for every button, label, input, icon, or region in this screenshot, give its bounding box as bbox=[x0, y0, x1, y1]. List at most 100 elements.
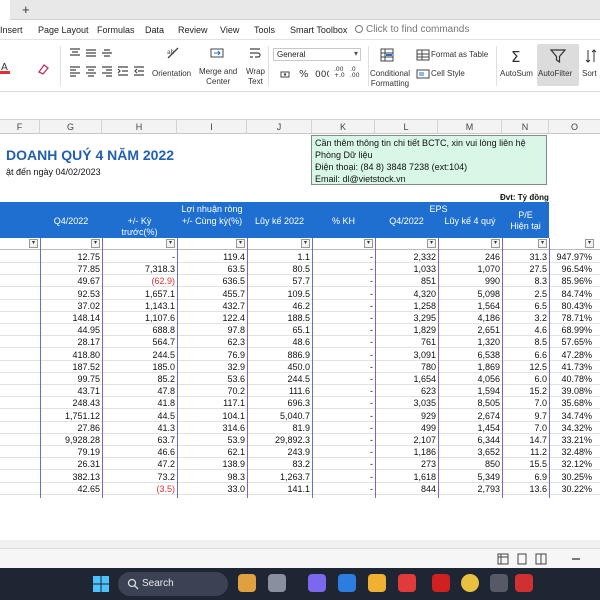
cell-yoy-change[interactable]: 63.5 bbox=[227, 263, 245, 275]
cell-yoy-change[interactable]: 62.3 bbox=[227, 336, 245, 348]
cell-q4-2022[interactable]: 37.02 bbox=[77, 300, 100, 312]
cell-prev-change[interactable]: 7,318.3 bbox=[145, 263, 175, 275]
table-row[interactable]: 248.43 41.8 117.1 696.3 - 3,035 8,505 7.0 35.68% bbox=[0, 397, 600, 410]
cell-plan-percent[interactable]: - bbox=[370, 373, 373, 385]
align-center-icon[interactable] bbox=[84, 64, 98, 78]
align-top-icon[interactable] bbox=[68, 46, 82, 60]
cell-q4-2022[interactable]: 187.52 bbox=[72, 361, 100, 373]
conditional-formatting-icon[interactable] bbox=[380, 48, 394, 62]
cell-prev-change[interactable]: 688.8 bbox=[152, 324, 175, 336]
cell-yoy-change[interactable]: 98.3 bbox=[227, 471, 245, 483]
cell-eps-q4[interactable]: 780 bbox=[421, 361, 436, 373]
format-table-button[interactable]: Format as Table bbox=[431, 50, 488, 60]
filter-dropdown-k[interactable]: ▾ bbox=[364, 239, 373, 248]
cell-eps-4q[interactable]: 5,349 bbox=[477, 471, 500, 483]
cell-plan-percent[interactable]: - bbox=[370, 458, 373, 470]
cell-plan-percent[interactable]: - bbox=[370, 434, 373, 446]
cell-eps-q4[interactable]: 3,035 bbox=[413, 397, 436, 409]
menu-formulas[interactable]: Formulas bbox=[97, 25, 135, 35]
cell-yoy-change[interactable]: 53.6 bbox=[227, 373, 245, 385]
cell-q4-2022[interactable]: 27.86 bbox=[77, 422, 100, 434]
cell-yoy-change[interactable]: 62.1 bbox=[227, 446, 245, 458]
cell-q4-2022[interactable]: 49.67 bbox=[77, 275, 100, 287]
sort-button[interactable]: Sort bbox=[582, 69, 597, 79]
cell-pe[interactable]: 14.7 bbox=[529, 434, 547, 446]
table-row[interactable]: 42.65 (3.5) 33.0 141.1 - 844 2,793 13.6 30.22% bbox=[0, 483, 600, 495]
increase-decimal-icon[interactable]: .00+.0 bbox=[334, 64, 348, 78]
cell-plan-percent[interactable]: - bbox=[370, 397, 373, 409]
cell-plan-percent[interactable]: - bbox=[370, 446, 373, 458]
cell-plan-percent[interactable]: - bbox=[370, 385, 373, 397]
cell-ratio[interactable]: 34.74% bbox=[561, 410, 592, 422]
cell-yoy-change[interactable]: 432.7 bbox=[222, 300, 245, 312]
cell-ytd-2022[interactable]: 46.2 bbox=[292, 300, 310, 312]
cell-ytd-2022[interactable]: 57.7 bbox=[292, 275, 310, 287]
cell-q4-2022[interactable]: 148.14 bbox=[72, 312, 100, 324]
col-header-g[interactable]: G bbox=[40, 120, 102, 134]
cell-eps-4q[interactable]: 990 bbox=[485, 275, 500, 287]
cell-ytd-2022[interactable]: 109.5 bbox=[287, 288, 310, 300]
cell-eps-4q[interactable]: 3,652 bbox=[477, 446, 500, 458]
cell-prev-change[interactable]: 44.5 bbox=[157, 410, 175, 422]
table-row[interactable]: 79.19 46.6 62.1 243.9 - 1,186 3,652 11.2 32.48% bbox=[0, 446, 600, 459]
cell-eps-q4[interactable]: 2,332 bbox=[413, 251, 436, 263]
cell-ratio[interactable]: 30.25% bbox=[561, 471, 592, 483]
col-header-l[interactable]: L bbox=[375, 120, 438, 134]
cell-q4-2022[interactable]: 26.31 bbox=[77, 458, 100, 470]
cell-style-button[interactable]: Cell Style bbox=[431, 69, 465, 79]
cell-pe[interactable]: 4.6 bbox=[534, 324, 547, 336]
cell-eps-4q[interactable]: 6,344 bbox=[477, 434, 500, 446]
filter-dropdown-o[interactable]: ▾ bbox=[585, 239, 594, 248]
cell-q4-2022[interactable]: 43.71 bbox=[77, 385, 100, 397]
cell-eps-q4[interactable]: 761 bbox=[421, 336, 436, 348]
cell-plan-percent[interactable]: - bbox=[370, 275, 373, 287]
cell-ytd-2022[interactable]: 65.1 bbox=[292, 324, 310, 336]
wps-app-icon[interactable] bbox=[432, 574, 450, 592]
cell-ratio[interactable]: 57.65% bbox=[561, 336, 592, 348]
cell-plan-percent[interactable]: - bbox=[370, 471, 373, 483]
cell-plan-percent[interactable]: - bbox=[370, 349, 373, 361]
orientation-button[interactable]: Orientation bbox=[152, 69, 191, 79]
cell-prev-change[interactable]: 63.7 bbox=[157, 434, 175, 446]
cell-ytd-2022[interactable]: 111.6 bbox=[289, 385, 310, 397]
cell-pe[interactable]: 7.0 bbox=[534, 397, 547, 409]
cell-ratio[interactable]: 34.32% bbox=[561, 422, 592, 434]
cell-eps-4q[interactable]: 1,564 bbox=[477, 300, 500, 312]
cell-eps-4q[interactable]: 2,651 bbox=[477, 324, 500, 336]
menu-insert[interactable]: Insert bbox=[0, 25, 23, 35]
cell-ratio[interactable]: 32.12% bbox=[561, 458, 592, 470]
cell-ratio[interactable]: 47.28% bbox=[561, 349, 592, 361]
outdent-icon[interactable] bbox=[132, 64, 146, 78]
cell-q4-2022[interactable]: 42.65 bbox=[77, 483, 100, 495]
new-tab-icon[interactable]: + bbox=[22, 2, 30, 17]
cell-eps-q4[interactable]: 1,033 bbox=[413, 263, 436, 275]
cell-ytd-2022[interactable]: 188.5 bbox=[287, 312, 310, 324]
cell-pe[interactable]: 6.0 bbox=[534, 373, 547, 385]
cell-ratio[interactable]: 40.78% bbox=[561, 373, 592, 385]
cell-yoy-change[interactable]: 138.9 bbox=[222, 458, 245, 470]
cell-eps-4q[interactable]: 1,594 bbox=[477, 385, 500, 397]
cell-pe[interactable]: 31.3 bbox=[529, 251, 547, 263]
cell-eps-q4[interactable]: 273 bbox=[421, 458, 436, 470]
font-color-icon[interactable]: A bbox=[0, 60, 14, 74]
cell-pe[interactable]: 27.5 bbox=[529, 263, 547, 275]
orientation-icon[interactable]: ab bbox=[166, 46, 180, 60]
format-table-icon[interactable] bbox=[416, 48, 430, 62]
cell-pe[interactable]: 15.2 bbox=[529, 385, 547, 397]
cell-q4-2022[interactable]: 77.85 bbox=[77, 263, 100, 275]
menu-review[interactable]: Review bbox=[178, 25, 208, 35]
cell-pe[interactable]: 8.3 bbox=[534, 275, 547, 287]
cell-ratio[interactable]: 78.71% bbox=[561, 312, 592, 324]
cell-eps-4q[interactable]: 2,793 bbox=[477, 483, 500, 495]
conditional-formatting-button[interactable]: Conditional Formatting bbox=[370, 69, 410, 89]
filter-dropdown-f[interactable]: ▾ bbox=[29, 239, 38, 248]
table-row[interactable]: 49.67 (62.9) 636.5 57.7 - 851 990 8.3 85.96% bbox=[0, 275, 600, 288]
cell-eps-4q[interactable]: 1,320 bbox=[477, 336, 500, 348]
cell-pe[interactable]: 15.5 bbox=[529, 458, 547, 470]
cell-ratio[interactable]: 84.74% bbox=[561, 288, 592, 300]
cell-eps-4q[interactable]: 4,056 bbox=[477, 373, 500, 385]
col-header-f[interactable]: F bbox=[0, 120, 40, 134]
cell-plan-percent[interactable]: - bbox=[370, 483, 373, 495]
page-layout-view-icon[interactable] bbox=[516, 553, 528, 565]
cell-ratio[interactable]: 33.21% bbox=[561, 434, 592, 446]
